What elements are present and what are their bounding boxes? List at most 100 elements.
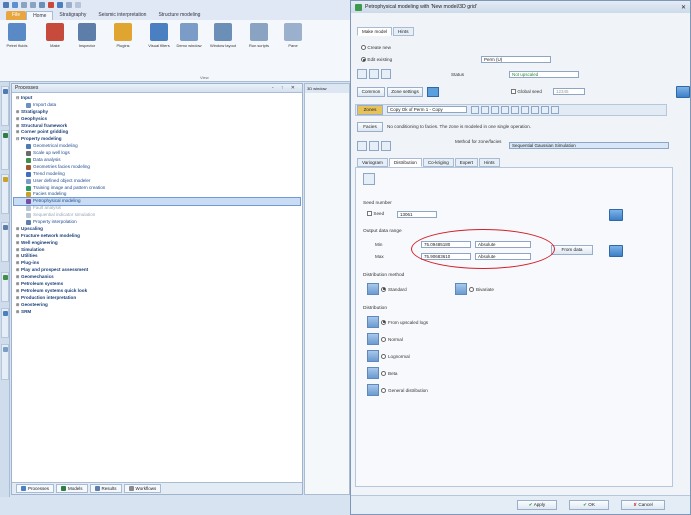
side-tab-workflows[interactable] <box>1 344 9 380</box>
prev-icon[interactable] <box>481 106 489 114</box>
settings-icon[interactable] <box>369 69 379 79</box>
tab-home[interactable]: Home <box>26 11 54 20</box>
tree-process-item[interactable]: Fault analysis <box>14 205 300 212</box>
global-seed-input[interactable]: 12345 <box>553 88 585 95</box>
tree-process-item[interactable]: Geometries facies modeling <box>14 164 300 171</box>
tree-process-item[interactable]: Geometrical modeling <box>14 143 300 150</box>
side-tab-results[interactable] <box>1 174 9 214</box>
variogram-icon[interactable] <box>381 141 391 151</box>
save-icon[interactable] <box>12 2 18 8</box>
last-icon[interactable] <box>501 106 509 114</box>
side-tab-models[interactable] <box>1 130 9 170</box>
tree-category[interactable]: ⊞ Production interpretation <box>14 295 300 302</box>
cancel-button[interactable]: ✘ Cancel <box>621 500 665 510</box>
panel-window-controls[interactable]: - ↑ ✕ <box>272 85 298 91</box>
ribbon-button-visual-filters[interactable]: Visual filters <box>146 23 172 75</box>
tree-category[interactable]: ⊞ Petroleum systems quick look <box>14 288 300 295</box>
tab-expert[interactable]: Expert <box>454 158 479 167</box>
distribution-option[interactable]: Beta <box>367 367 428 379</box>
record-icon[interactable] <box>48 2 54 8</box>
range-help-button[interactable] <box>609 245 623 257</box>
first-icon[interactable] <box>471 106 479 114</box>
next-icon[interactable] <box>491 106 499 114</box>
ribbon-button-run-scripts[interactable]: Run scripts <box>246 23 272 75</box>
ribbon-button-petrel-fluids[interactable]: Petrel fluids <box>4 23 30 75</box>
ribbon-button-plugins[interactable]: Plugins <box>110 23 136 75</box>
footer-tab-results[interactable]: Results <box>89 484 122 493</box>
tree-process-item[interactable]: Scale up well logs <box>14 150 300 157</box>
tree-process-item[interactable]: Trend modeling <box>14 171 300 178</box>
facies-button[interactable]: Facies <box>357 122 383 132</box>
tab-co-kriging[interactable]: Co-kriging <box>422 158 454 167</box>
view-tab[interactable]: 3D window <box>305 84 349 93</box>
zone-settings-tab[interactable]: Zone settings <box>387 87 423 97</box>
apply-button[interactable]: ✔ Apply <box>517 500 557 510</box>
tree-category[interactable]: ⊞ Geomechanics <box>14 274 300 281</box>
global-seed-option[interactable]: Global seed <box>511 89 542 95</box>
grid-icon[interactable] <box>357 69 367 79</box>
ribbon-button-inspector[interactable]: Inspector <box>74 23 100 75</box>
distribution-option[interactable]: Normal <box>367 333 428 345</box>
tree-process-item[interactable]: Sequential indicator simulation <box>14 212 300 219</box>
tree-process-item[interactable]: Facies modeling <box>14 191 300 198</box>
existing-property-selector[interactable]: Perm (U) <box>481 56 551 63</box>
distribution-option[interactable]: From upscaled logs <box>367 316 428 328</box>
common-tab[interactable]: Common <box>357 87 385 97</box>
tree-process-item[interactable]: User defined object modeler <box>14 178 300 185</box>
tab-stratigraphy[interactable]: Stratigraphy <box>53 11 92 20</box>
distribution-option[interactable]: General distribution <box>367 384 428 396</box>
side-tab-input[interactable] <box>1 86 9 126</box>
copy-icon[interactable] <box>363 173 375 185</box>
paste-icon[interactable] <box>521 106 529 114</box>
zone-selector[interactable]: Copy Ok of Perm 1 - Copy <box>387 106 467 113</box>
tree-process-item[interactable]: Data analysis <box>14 157 300 164</box>
copy-settings-icon[interactable] <box>357 141 367 151</box>
info-button[interactable] <box>676 86 690 98</box>
tab-hints-sub[interactable]: Hints <box>479 158 500 167</box>
tree-category[interactable]: ⊞ Geophysics <box>14 116 300 123</box>
ribbon-button-window-layout[interactable]: Window layout <box>210 23 236 75</box>
tree-category[interactable]: ⊞ Utilities <box>14 253 300 260</box>
chart-icon[interactable] <box>381 69 391 79</box>
footer-tab-workflows[interactable]: Workflows <box>123 484 162 493</box>
side-tab-cases[interactable] <box>1 308 9 338</box>
tree-category[interactable]: ⊞ Fracture network modeling <box>14 233 300 240</box>
from-data-button[interactable]: From data <box>551 245 593 255</box>
tool-icon[interactable] <box>39 2 45 8</box>
seed-option[interactable]: Seed <box>367 211 384 217</box>
tree-category[interactable]: ⊞ Plug-ins <box>14 260 300 267</box>
tree-category[interactable]: ⊞ Upscaling <box>14 226 300 233</box>
tab-distribution[interactable]: Distribution <box>388 158 422 167</box>
tab-variogram[interactable]: Variogram <box>357 158 388 167</box>
tab-structure-modeling[interactable]: Structure modeling <box>152 11 206 20</box>
create-new-option[interactable]: Create new <box>361 45 391 51</box>
seed-help-button[interactable] <box>609 209 623 221</box>
tree-process-item[interactable]: Training image and pattern creation <box>14 185 300 192</box>
tree-process-item[interactable]: Property interpolation <box>14 219 300 226</box>
ribbon-button-make[interactable]: Make <box>42 23 68 75</box>
window-icon[interactable] <box>57 2 63 8</box>
close-icon[interactable]: ✕ <box>681 4 686 11</box>
seed-input[interactable]: 13061 <box>397 211 437 218</box>
tree-category[interactable]: ⊞ Stratigraphy <box>14 109 300 116</box>
side-tab-favorites[interactable] <box>1 272 9 302</box>
method-selector[interactable]: Sequential Gaussian Simulation <box>509 142 669 149</box>
customize-icon[interactable] <box>75 2 81 8</box>
tree-category[interactable]: ⊞ Play and prospect assessment <box>14 267 300 274</box>
table-icon[interactable] <box>541 106 549 114</box>
undo-icon[interactable] <box>21 2 27 8</box>
tab-make-model[interactable]: Make model <box>357 27 393 36</box>
edit-existing-option[interactable]: Edit existing <box>361 57 392 63</box>
paste-settings-icon[interactable] <box>369 141 379 151</box>
help-icon[interactable] <box>551 106 559 114</box>
distribution-option[interactable]: Lognormal <box>367 350 428 362</box>
redo-icon[interactable] <box>30 2 36 8</box>
footer-tab-processes[interactable]: Processes <box>16 484 55 493</box>
tree-process-item[interactable]: Petrophysical modeling <box>13 197 301 207</box>
copy-icon[interactable] <box>511 106 519 114</box>
standard-option[interactable]: Standard <box>367 283 407 295</box>
footer-tab-models[interactable]: Models <box>56 484 88 493</box>
tree-category[interactable]: ⊟ Input <box>14 95 300 102</box>
lock-icon[interactable] <box>531 106 539 114</box>
tree-category[interactable]: ⊞ SRM <box>14 309 300 316</box>
